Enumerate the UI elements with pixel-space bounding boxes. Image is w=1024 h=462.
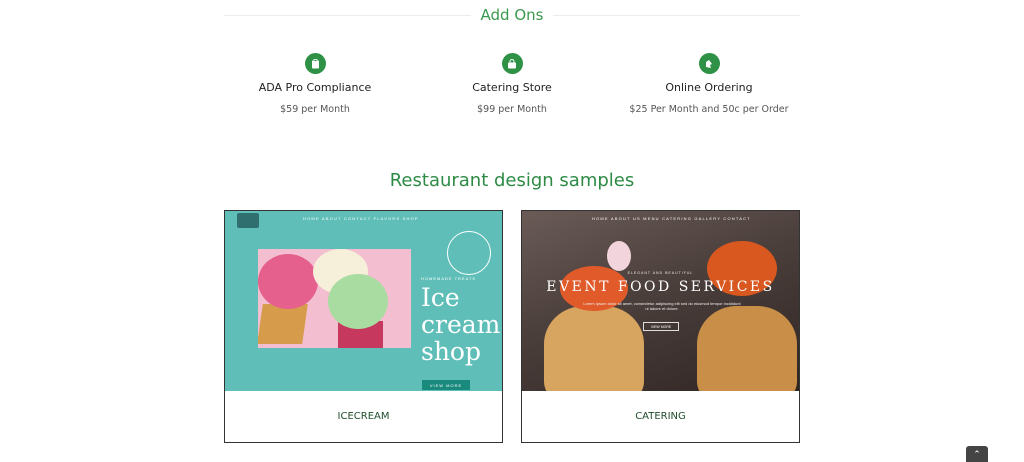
card-caption[interactable]: CATERING — [522, 391, 799, 442]
clipboard-icon — [304, 53, 326, 74]
icecream-photo — [258, 249, 411, 348]
addons-heading: Add Ons — [0, 6, 1024, 24]
addon-name: Online Ordering — [665, 81, 753, 94]
addon-online-ordering: Online Ordering $25 Per Month and 50c pe… — [589, 53, 829, 115]
chevron-up-icon: ⌃ — [973, 448, 981, 459]
sample-card-icecream[interactable]: HOME ABOUT CONTACT FLAVORS SHOP HOMEMADE… — [224, 210, 503, 443]
badge-icon — [447, 231, 491, 275]
icecream-thumbnail[interactable]: HOME ABOUT CONTACT FLAVORS SHOP HOMEMADE… — [225, 211, 502, 391]
addon-price: $25 Per Month and 50c per Order — [629, 104, 789, 115]
thumb-headline: EVENT FOOD SERVICES — [546, 279, 775, 295]
thumb-view-more: VIEW MORE — [422, 380, 470, 390]
thumb-description: Lorem ipsum dolor sit amet, consectetur … — [583, 301, 741, 311]
thumb-nav: HOME ABOUT CONTACT FLAVORS SHOP — [303, 216, 419, 221]
samples-heading: Restaurant design samples — [389, 170, 635, 191]
thumb-tagline: ELEGANT AND BEAUTIFUL — [627, 271, 694, 275]
scroll-to-top-button[interactable]: ⌃ — [966, 446, 988, 462]
thumb-nav: HOME ABOUT US MENU CATERING GALLERY CONT… — [592, 216, 751, 221]
catering-thumbnail[interactable]: HOME ABOUT US MENU CATERING GALLERY CONT… — [522, 211, 799, 391]
thumb-view-more: VIEW MORE — [643, 322, 679, 331]
thumb-tagline: HOMEMADE TREATS — [421, 276, 477, 281]
site-logo — [237, 213, 259, 228]
sample-card-catering[interactable]: HOME ABOUT US MENU CATERING GALLERY CONT… — [521, 210, 800, 443]
store-bag-icon — [501, 53, 523, 74]
thumb-headline: Ice cream shop — [421, 283, 501, 366]
ordering-icon — [698, 53, 720, 74]
card-caption[interactable]: ICECREAM — [225, 391, 502, 442]
